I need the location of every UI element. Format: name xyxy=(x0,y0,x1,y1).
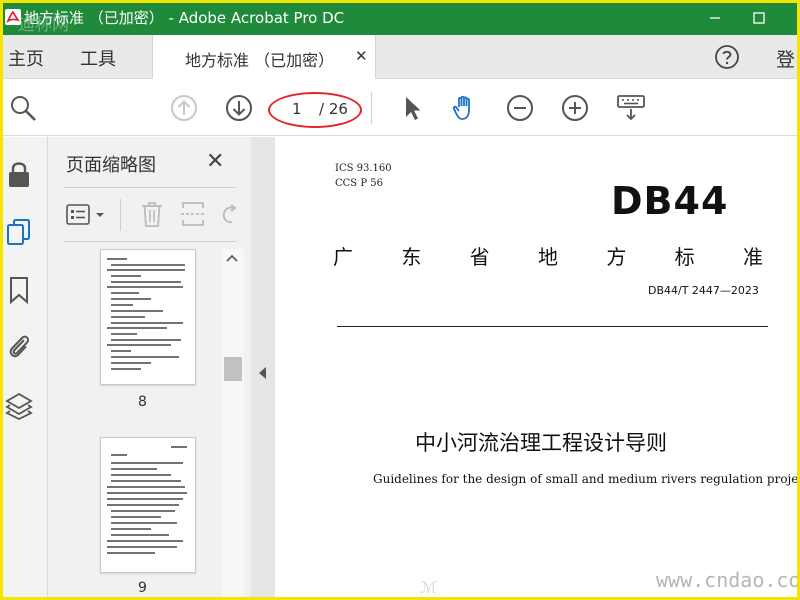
panel-close-icon[interactable]: ✕ xyxy=(206,149,224,174)
minimize-icon xyxy=(710,16,720,19)
previous-page-icon[interactable] xyxy=(169,93,199,123)
document-title-english: Guidelines for the design of small and m… xyxy=(373,472,800,486)
maximize-icon xyxy=(753,11,765,24)
thumbnail-page-number: 9 xyxy=(138,580,147,596)
issuer-heading: 广 东 省 地 方 标 准 xyxy=(333,241,763,270)
document-page: ICS 93.160 CCS P 56 DB44 广 东 省 地 方 标 准 D… xyxy=(275,137,800,600)
toolbar-divider xyxy=(371,92,372,124)
standard-code-title: DB44 xyxy=(611,179,729,223)
thumbnail-options-icon[interactable] xyxy=(66,203,112,227)
page-thumbnail-8[interactable] xyxy=(100,249,196,385)
login-button[interactable]: 登 xyxy=(776,45,795,72)
zoom-out-icon[interactable] xyxy=(505,93,535,123)
layers-icon[interactable] xyxy=(5,390,33,420)
menu-tools[interactable]: 工具 xyxy=(80,45,116,71)
close-tab-icon[interactable]: ✕ xyxy=(355,47,368,65)
watermark-signature: ℳ xyxy=(420,578,438,597)
thumbnail-page-number: 8 xyxy=(138,394,147,410)
panel-toolbar-divider xyxy=(120,199,121,231)
document-tab[interactable]: 地方标准 （已加密） ✕ xyxy=(152,35,376,79)
rotate-icon[interactable] xyxy=(220,200,240,228)
standard-number: DB44/T 2447—2023 xyxy=(648,284,759,297)
left-tool-rail xyxy=(0,137,48,600)
ics-code: ICS 93.160 xyxy=(335,163,392,174)
issuer-char: 省 xyxy=(469,245,490,269)
issuer-char: 标 xyxy=(674,245,695,269)
issuer-char: 东 xyxy=(401,245,422,269)
site-watermark: www.cndao.com xyxy=(656,568,800,592)
collapse-panel-icon[interactable] xyxy=(259,367,266,379)
panel-divider xyxy=(64,187,236,188)
help-icon[interactable] xyxy=(714,44,740,70)
annotation-ellipse xyxy=(268,92,362,128)
issuer-char: 方 xyxy=(606,245,627,269)
zoom-in-icon[interactable] xyxy=(560,93,590,123)
panel-divider xyxy=(64,241,236,242)
extract-pages-icon[interactable] xyxy=(180,200,206,228)
issuer-char: 广 xyxy=(333,245,353,269)
scroll-up-icon[interactable] xyxy=(226,253,238,263)
attachment-icon[interactable] xyxy=(5,331,33,361)
menu-bar: 主页 工具 地方标准 （已加密） ✕ 登 xyxy=(0,35,800,79)
issuer-char: 准 xyxy=(742,245,763,269)
document-tab-label: 地方标准 （已加密） xyxy=(185,51,335,70)
select-cursor-icon[interactable] xyxy=(398,93,428,123)
minimize-button[interactable] xyxy=(692,0,738,35)
pages-icon[interactable] xyxy=(5,217,33,247)
ccs-code: CCS P 56 xyxy=(335,178,383,189)
panel-title: 页面缩略图 xyxy=(66,155,156,176)
title-bar: 迪称网 地方标准 （已加密） - Adobe Acrobat Pro DC xyxy=(0,0,800,35)
header-rule xyxy=(337,326,768,327)
thumbnail-scrollbar[interactable] xyxy=(222,249,244,600)
page-thumbnail-9[interactable] xyxy=(100,437,196,573)
document-title-chinese: 中小河流治理工程设计导则 xyxy=(415,431,667,455)
menu-home[interactable]: 主页 xyxy=(8,45,44,71)
window-title: 地方标准 （已加密） - Adobe Acrobat Pro DC xyxy=(24,9,345,27)
keyboard-download-icon[interactable] xyxy=(616,92,646,122)
search-zoom-icon[interactable] xyxy=(8,93,38,123)
lock-icon[interactable] xyxy=(5,159,33,189)
next-page-icon[interactable] xyxy=(224,93,254,123)
issuer-char: 地 xyxy=(537,245,558,269)
panel-splitter[interactable] xyxy=(251,137,275,600)
hand-tool-icon[interactable] xyxy=(450,92,480,122)
thumbnail-panel: 页面缩略图 ✕ 8 9 xyxy=(48,137,251,600)
scrollbar-thumb[interactable] xyxy=(224,357,242,381)
maximize-button[interactable] xyxy=(736,0,782,35)
bookmark-icon[interactable] xyxy=(5,275,33,305)
trash-icon[interactable] xyxy=(140,200,164,228)
